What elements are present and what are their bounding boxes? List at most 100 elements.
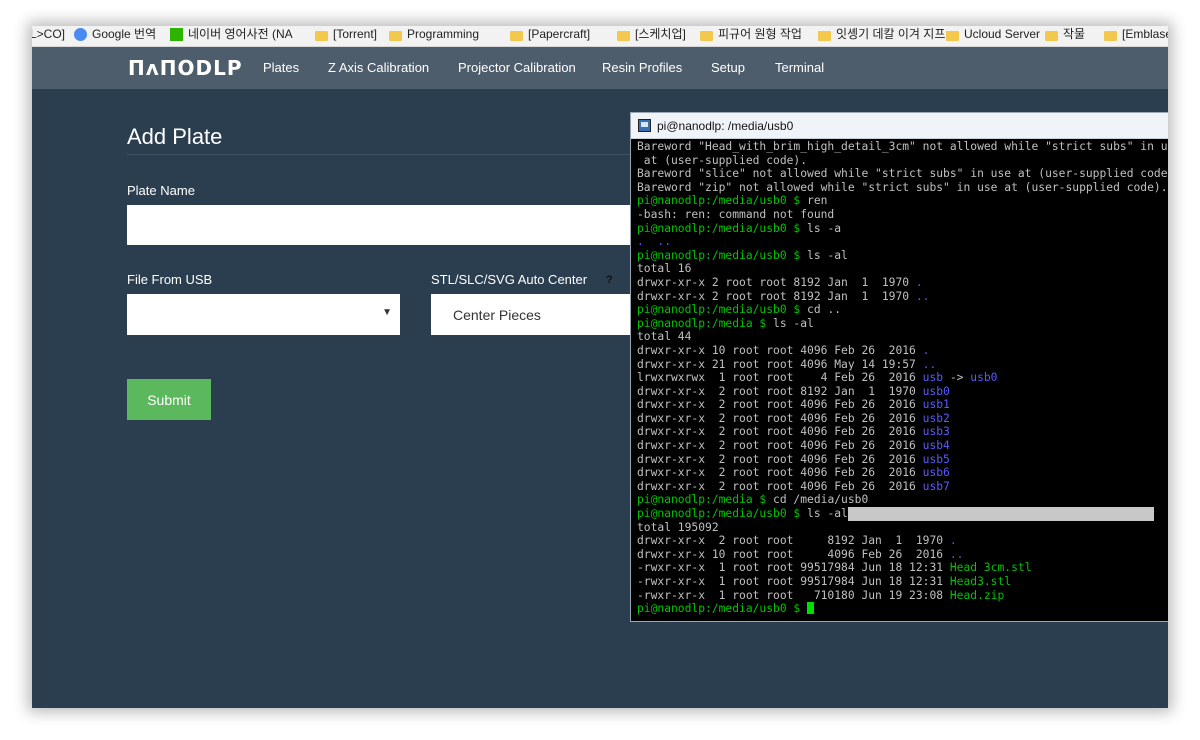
terminal-line: pi@nanodlp:/media/usb0 $ ren bbox=[637, 194, 1168, 208]
terminal-line: Bareword "zip" not allowed while "strict… bbox=[637, 181, 1168, 195]
dropdown-caret-icon: ▼ bbox=[382, 307, 392, 318]
terminal-line: pi@nanodlp:/media/usb0 $ cd .. bbox=[637, 303, 1168, 317]
bookmark-item[interactable]: [Emblaser] bbox=[1104, 26, 1168, 43]
naver-icon bbox=[170, 28, 183, 41]
terminal-line: pi@nanodlp:/media/usb0 $ ls -al bbox=[637, 507, 1168, 521]
bookmark-item[interactable]: 작물 bbox=[1045, 26, 1085, 43]
terminal-text: usb bbox=[922, 371, 944, 385]
nav-link-resin-profiles[interactable]: Resin Profiles bbox=[602, 60, 682, 75]
terminal-text: drwxr-xr-x 10 root root 4096 Feb 26 2016 bbox=[637, 343, 923, 357]
top-navbar: ПᴧПODLP Plates Z Axis Calibration Projecto… bbox=[32, 47, 1168, 89]
terminal-text: pi@nanodlp:/media/usb0 $ bbox=[637, 507, 808, 521]
bookmark-item[interactable]: 네이버 영어사전 (NA bbox=[170, 26, 293, 43]
bookmark-item[interactable]: Ucloud Server bbox=[946, 26, 1040, 43]
terminal-text: drwxr-xr-x 2 root root 8192 Jan 1 1970 bbox=[637, 275, 916, 289]
bookmark-item[interactable]: [스케치업] bbox=[617, 26, 686, 43]
bookmark-label: Google 번역 bbox=[92, 27, 157, 41]
nav-link-projector-calibration[interactable]: Projector Calibration bbox=[458, 60, 576, 75]
page-title: Add Plate bbox=[127, 124, 223, 149]
terminal-text: pi@nanodlp:/media $ bbox=[637, 493, 774, 507]
terminal-line: total 195092 bbox=[637, 521, 1168, 535]
folder-icon bbox=[1104, 30, 1117, 41]
terminal-text: pi@nanodlp:/media/usb0 $ bbox=[637, 248, 808, 262]
nav-link-plates[interactable]: Plates bbox=[263, 60, 299, 75]
terminal-text: drwxr-xr-x 2 root root 8192 Jan 1 1970 bbox=[637, 384, 923, 398]
bookmark-label: L>CO] bbox=[32, 27, 66, 41]
auto-center-label: STL/SLC/SVG Auto Center bbox=[431, 272, 588, 287]
nanodlp-logo[interactable]: ПᴧПODLP bbox=[128, 56, 243, 80]
terminal-text: ls -al bbox=[807, 248, 848, 262]
terminal-output[interactable]: Bareword "Head_with_brim_high_detail_3cm… bbox=[637, 140, 1168, 621]
plate-name-input[interactable] bbox=[127, 205, 647, 245]
terminal-line: pi@nanodlp:/media/usb0 $ bbox=[637, 602, 1168, 616]
bookmark-item[interactable]: 잇솅기 데칼 이겨 지프 bbox=[818, 26, 945, 43]
terminal-line: drwxr-xr-x 10 root root 4096 Feb 26 2016… bbox=[637, 344, 1168, 358]
bookmark-item[interactable]: L>CO] bbox=[32, 26, 65, 43]
terminal-text: drwxr-xr-x 10 root root 4096 Feb 26 2016 bbox=[637, 547, 950, 561]
folder-icon bbox=[1045, 30, 1058, 41]
usb-file-select[interactable]: ▼ bbox=[127, 294, 400, 335]
terminal-text: .. bbox=[922, 357, 937, 371]
putty-icon bbox=[638, 119, 651, 132]
terminal-line: . .. bbox=[637, 235, 1168, 249]
bookmark-label: Programming bbox=[407, 27, 480, 41]
terminal-line: drwxr-xr-x 2 root root 4096 Feb 26 2016 … bbox=[637, 439, 1168, 453]
terminal-text: Bareword "slice" not allowed while "stri… bbox=[637, 167, 1168, 181]
terminal-text: Head3.stl bbox=[949, 575, 1012, 588]
terminal-text: pi@nanodlp:/media/usb0 $ bbox=[637, 221, 808, 235]
terminal-text: ls -al bbox=[807, 507, 848, 521]
terminal-line: drwxr-xr-x 2 root root 8192 Jan 1 1970 . bbox=[637, 534, 1168, 548]
terminal-text: drwxr-xr-x 2 root root 4096 Feb 26 2016 bbox=[637, 466, 923, 480]
terminal-text: . bbox=[949, 534, 957, 548]
terminal-text: pi@nanodlp:/media/usb0 $ bbox=[637, 303, 808, 317]
terminal-line: drwxr-xr-x 2 root root 4096 Feb 26 2016 … bbox=[637, 480, 1168, 494]
auto-center-select[interactable]: Center Pieces bbox=[431, 294, 647, 335]
terminal-text: usb0 bbox=[922, 384, 950, 398]
terminal-text: drwxr-xr-x 2 root root 4096 Feb 26 2016 bbox=[637, 398, 923, 412]
terminal-text: cd .. bbox=[807, 303, 842, 317]
terminal-line: total 16 bbox=[637, 262, 1168, 276]
nav-link-setup[interactable]: Setup bbox=[711, 60, 745, 75]
terminal-titlebar[interactable]: pi@nanodlp: /media/usb0 bbox=[631, 113, 1168, 139]
terminal-text: cd /media/usb0 bbox=[773, 493, 869, 507]
terminal-window[interactable]: pi@nanodlp: /media/usb0 Bareword "Head_w… bbox=[630, 112, 1168, 622]
bookmark-label: Ucloud Server bbox=[964, 27, 1041, 41]
terminal-line: -rwxr-xr-x 1 root root 710180 Jun 19 23:… bbox=[637, 589, 1168, 603]
folder-icon bbox=[617, 30, 630, 41]
terminal-text: usb4 bbox=[922, 439, 950, 453]
nav-link-z-axis-calibration[interactable]: Z Axis Calibration bbox=[328, 60, 429, 75]
terminal-text: drwxr-xr-x 2 root root 4096 Feb 26 2016 bbox=[637, 425, 923, 439]
terminal-text: .. bbox=[949, 547, 964, 561]
bookmark-label: 작물 bbox=[1063, 27, 1086, 41]
terminal-line: drwxr-xr-x 2 root root 4096 Feb 26 2016 … bbox=[637, 453, 1168, 467]
submit-button[interactable]: Submit bbox=[127, 379, 211, 420]
browser-viewport: L>CO] Google 번역 네이버 영어사전 (NA [Torrent] Progr… bbox=[32, 26, 1168, 708]
bookmark-item[interactable]: Programming bbox=[389, 26, 479, 43]
folder-icon bbox=[818, 30, 831, 41]
bookmark-item[interactable]: [Torrent] bbox=[315, 26, 377, 43]
terminal-line: lrwxrwxrwx 1 root root 4 Feb 26 2016 usb… bbox=[637, 371, 1168, 385]
terminal-text: usb5 bbox=[922, 452, 950, 466]
terminal-text: usb3 bbox=[922, 425, 950, 439]
folder-icon bbox=[315, 30, 328, 41]
usb-file-label: File From USB bbox=[127, 272, 213, 287]
terminal-line: Bareword "Head_with_brim_high_detail_3cm… bbox=[637, 140, 1168, 154]
bookmark-item[interactable]: 피규어 원형 작업 bbox=[700, 26, 802, 43]
bookmark-item[interactable]: Google 번역 bbox=[74, 26, 156, 43]
terminal-line: drwxr-xr-x 2 root root 4096 Feb 26 2016 … bbox=[637, 412, 1168, 426]
folder-icon bbox=[946, 30, 959, 41]
terminal-text: ls -al bbox=[773, 316, 814, 330]
terminal-text: usb7 bbox=[922, 479, 950, 493]
terminal-line: drwxr-xr-x 2 root root 4096 Feb 26 2016 … bbox=[637, 425, 1168, 439]
terminal-text: pi@nanodlp:/media/usb0 $ bbox=[637, 194, 808, 208]
terminal-text: drwxr-xr-x 21 root root 4096 May 14 19:5… bbox=[637, 357, 923, 371]
bookmark-item[interactable]: [Papercraft] bbox=[510, 26, 590, 43]
google-icon bbox=[74, 28, 87, 41]
folder-icon bbox=[700, 30, 713, 41]
terminal-text: total 44 bbox=[637, 330, 692, 344]
terminal-text: ls -a bbox=[807, 221, 842, 235]
terminal-text: drwxr-xr-x 2 root root 4096 Feb 26 2016 bbox=[637, 452, 923, 466]
help-icon[interactable]: ? bbox=[606, 274, 613, 286]
plate-name-label: Plate Name bbox=[127, 183, 195, 198]
nav-link-terminal[interactable]: Terminal bbox=[775, 60, 824, 75]
